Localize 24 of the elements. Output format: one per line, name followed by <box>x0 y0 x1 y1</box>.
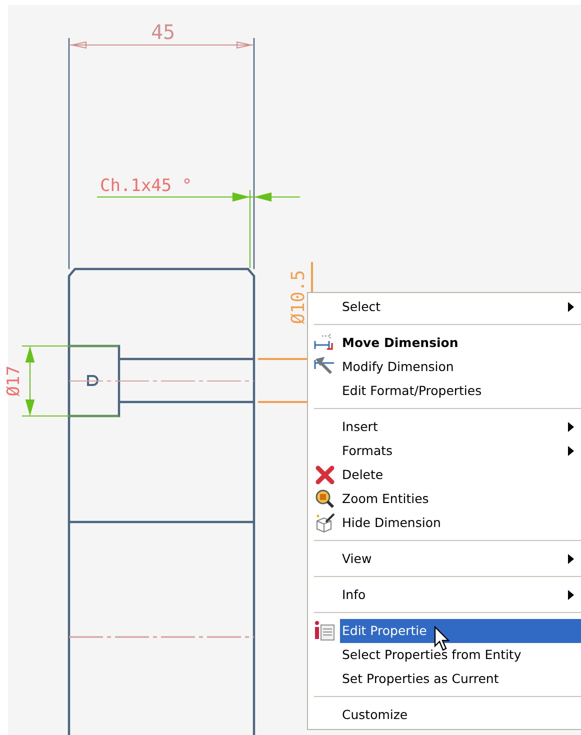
menu-item[interactable]: Customize <box>340 703 581 727</box>
menu-item[interactable]: View <box>340 547 581 571</box>
menu-item[interactable]: Delete <box>340 463 581 487</box>
hide-icon <box>314 513 336 533</box>
dimension-icon <box>314 333 336 353</box>
menu-item[interactable]: Zoom Entities <box>340 487 581 511</box>
dimension-text: 45 <box>150 20 176 44</box>
dimension-text: Ch.1x45 ° <box>100 176 192 196</box>
menu-item[interactable]: Move Dimension <box>340 331 581 355</box>
menu-item[interactable]: Select Properties from Entity <box>340 643 581 667</box>
delete-icon <box>315 465 335 485</box>
menu-item[interactable]: Edit Propertie <box>340 619 581 643</box>
menu-item[interactable]: Modify Dimension <box>340 355 581 379</box>
dimension-text: Ø17 <box>4 366 24 396</box>
menu-item[interactable]: Insert <box>340 415 581 439</box>
menu-item[interactable]: Formats <box>340 439 581 463</box>
menu-item[interactable]: Hide Dimension <box>340 511 581 535</box>
menu-item[interactable]: Info <box>340 583 581 607</box>
menu-item[interactable]: Select <box>340 295 581 319</box>
dimension-text: Ø10.5 <box>288 270 309 324</box>
menu-item[interactable]: Edit Format/Properties <box>340 379 581 403</box>
zoom-icon <box>315 489 335 509</box>
properties-icon <box>313 620 337 642</box>
menu-item[interactable]: Set Properties as Current <box>340 667 581 691</box>
